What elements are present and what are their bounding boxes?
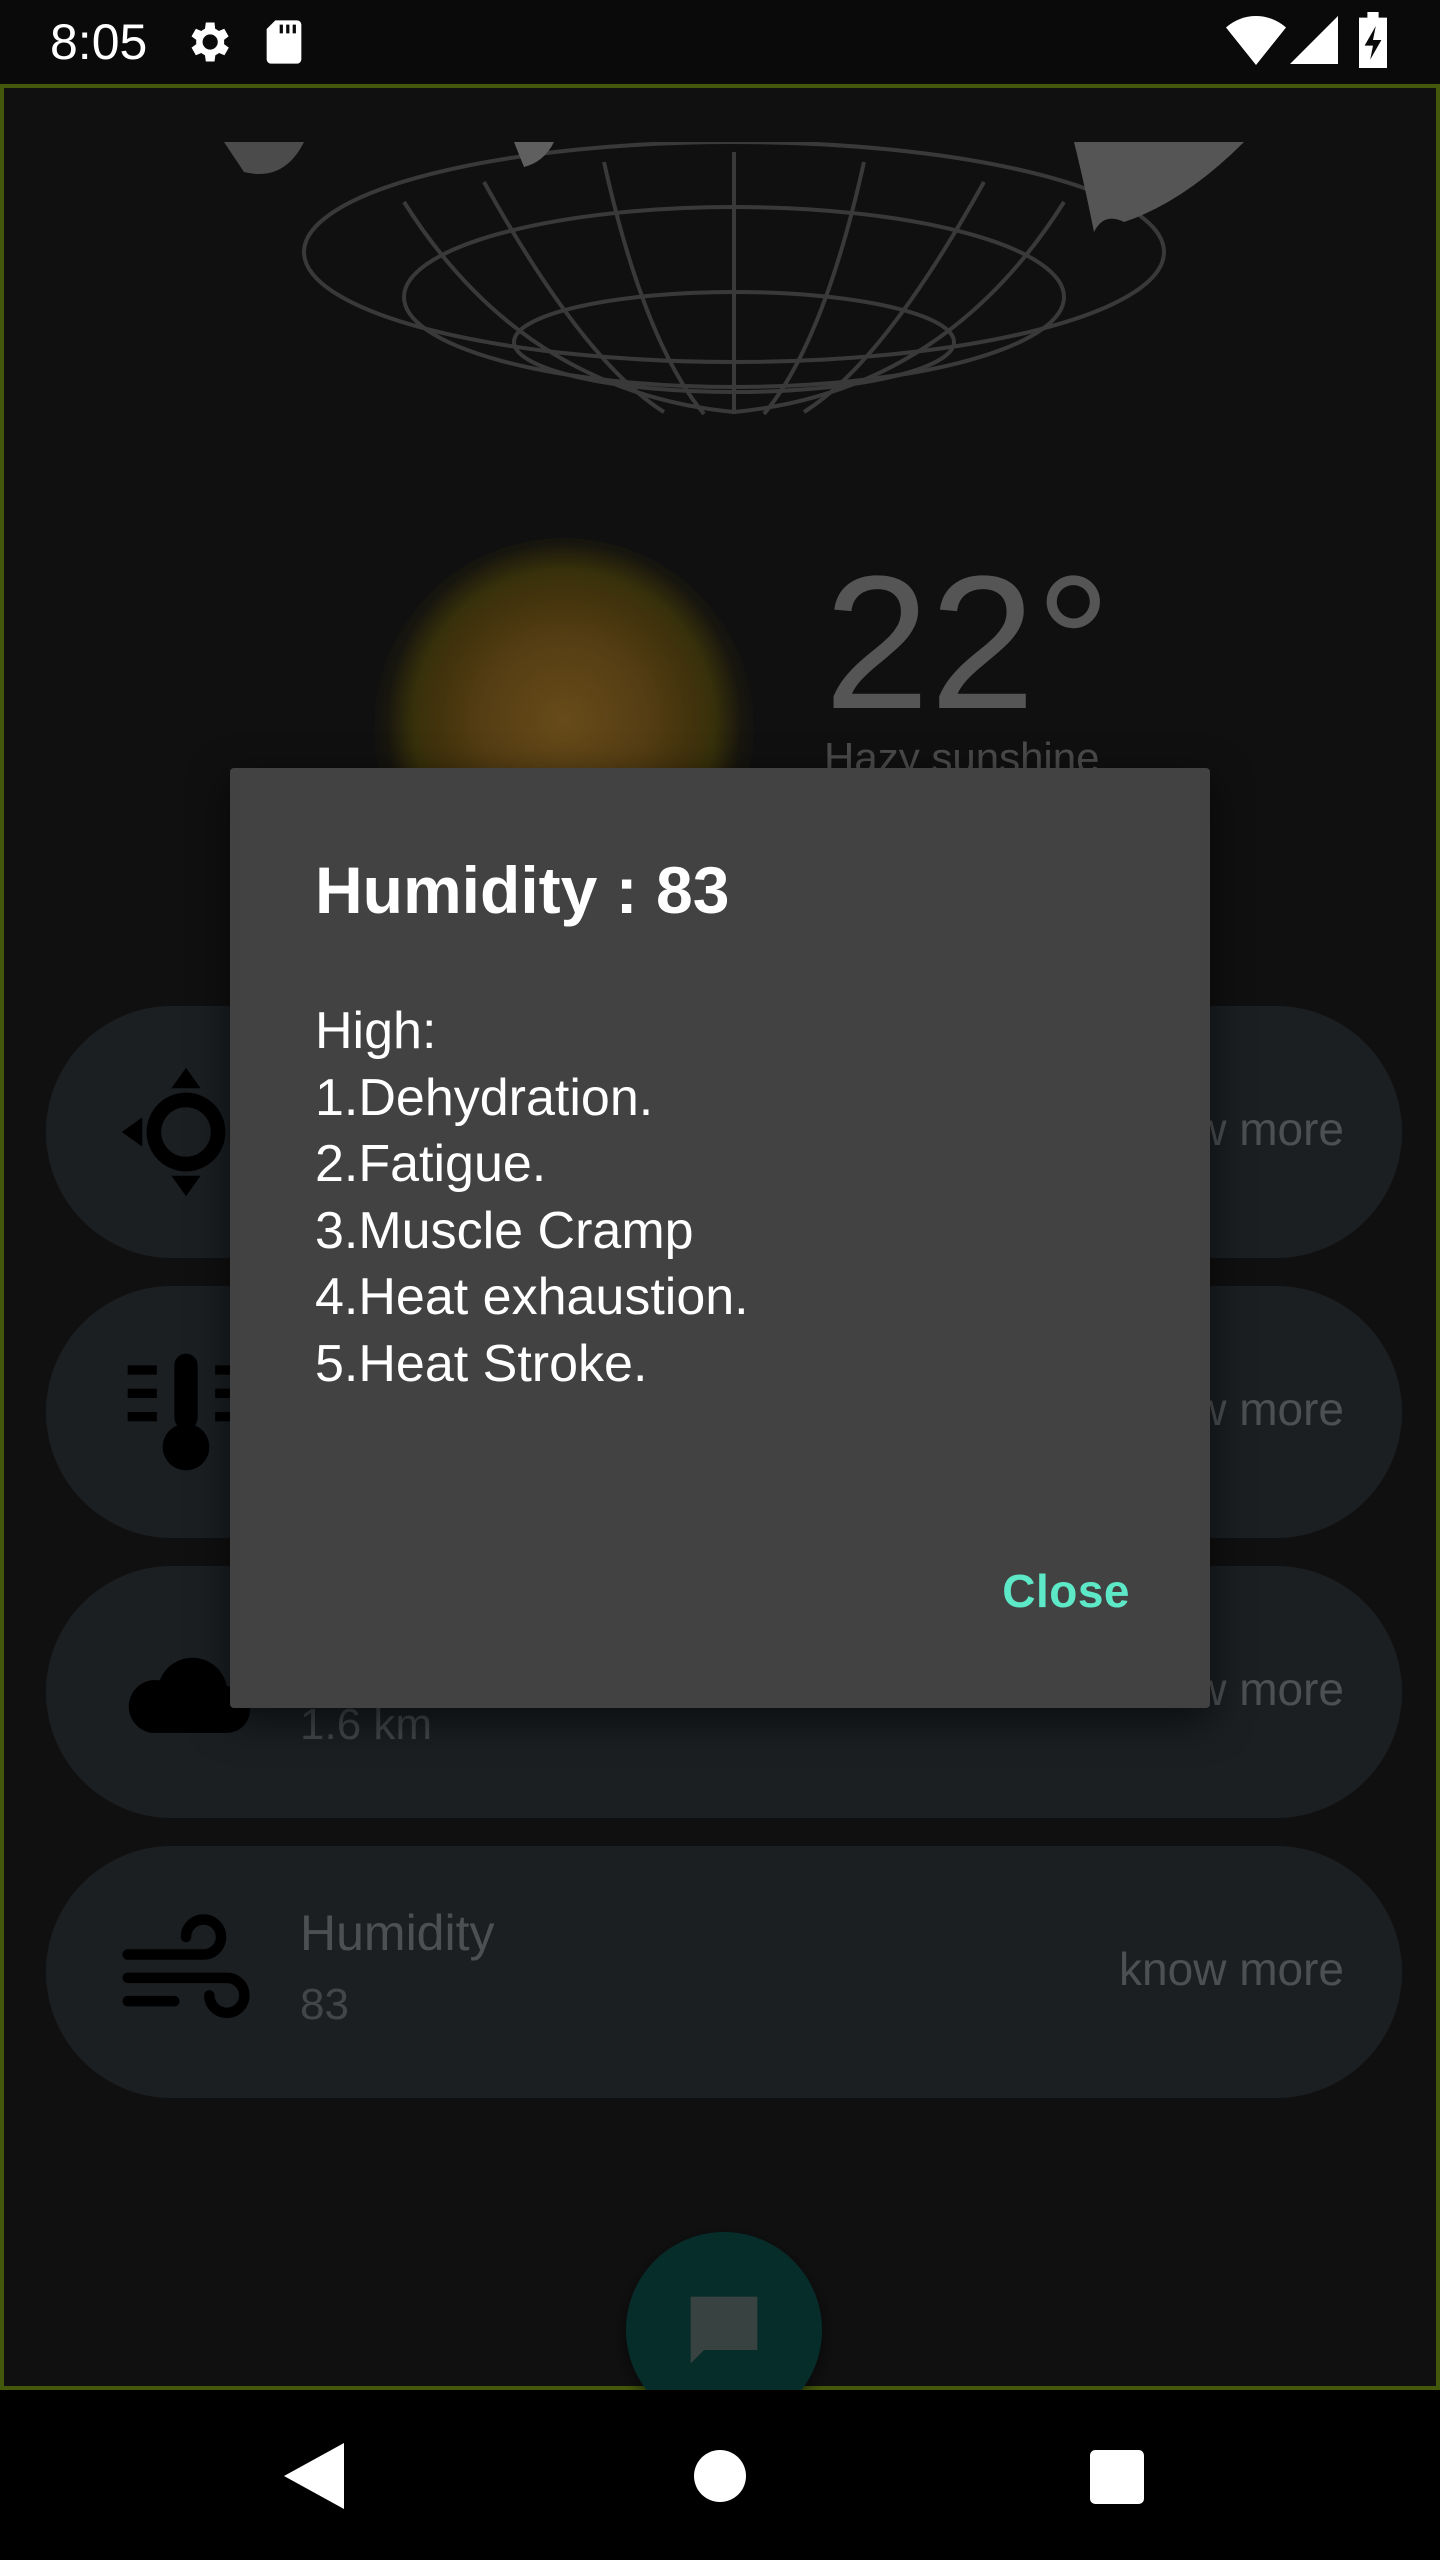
recents-icon[interactable] [1090, 2450, 1144, 2509]
dialog-line: 5.Heat Stroke. [315, 1334, 648, 1393]
status-time: 8:05 [50, 14, 148, 70]
signal-icon [1290, 14, 1338, 71]
settings-icon [182, 16, 234, 73]
home-icon[interactable] [694, 2450, 746, 2507]
dialog-line: 3.Muscle Cramp [315, 1201, 694, 1260]
screen: 8:05 22° Hazy sunshine know more know mo… [0, 0, 1440, 2560]
close-button[interactable]: Close [1002, 1564, 1130, 1618]
battery-charging-icon [1356, 12, 1390, 73]
back-icon[interactable] [284, 2442, 344, 2515]
sd-card-icon [258, 16, 310, 73]
dialog-line: 1.Dehydration. [315, 1068, 654, 1127]
dialog-body: High: 1.Dehydration. 2.Fatigue. 3.Muscle… [315, 998, 749, 1397]
status-bar: 8:05 [0, 0, 1440, 84]
dialog-line: 4.Heat exhaustion. [315, 1268, 749, 1326]
dialog-title: Humidity : 83 [315, 853, 730, 927]
dialog-line: 2.Fatigue. [315, 1135, 547, 1193]
dialog-line: High: [315, 1002, 437, 1060]
navigation-bar [0, 2390, 1440, 2560]
humidity-dialog: Humidity : 83 High: 1.Dehydration. 2.Fat… [230, 768, 1210, 1708]
wifi-icon [1226, 14, 1286, 71]
